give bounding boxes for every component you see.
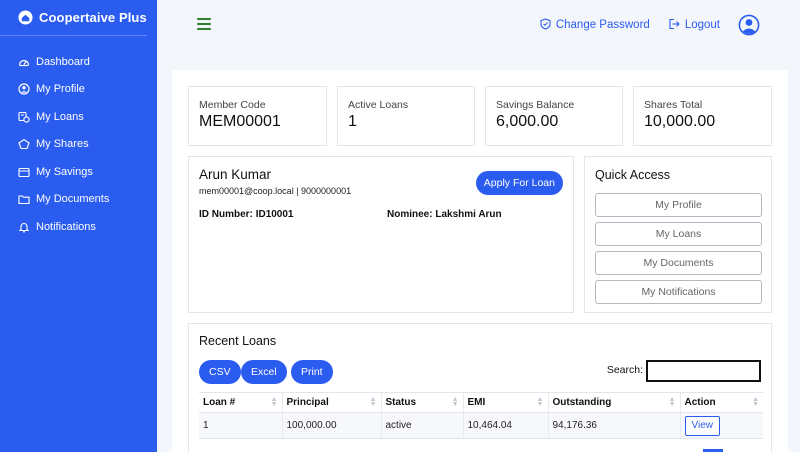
- sort-icon: ▲ ▼: [752, 396, 759, 408]
- sidebar-item-label: My Savings: [36, 165, 93, 178]
- column-header-outstanding[interactable]: Outstanding ▲ ▼: [547, 392, 680, 413]
- member-panel: Arun Kumar mem00001@coop.local | 9000000…: [188, 156, 574, 313]
- user-circle-icon: [18, 83, 30, 95]
- savings-wallet-icon: [18, 166, 30, 178]
- stat-value: 10,000.00: [644, 113, 716, 130]
- cell-emi: 10,464.04: [462, 412, 548, 439]
- stat-label: Shares Total: [644, 99, 703, 111]
- main-content: Member Code MEM00001 Active Loans 1 Savi…: [172, 70, 788, 452]
- table-header-row: Loan # ▲ ▼ Principal ▲ ▼ Status ▲ ▼ EMI ▲ ▼ Outs…: [199, 392, 763, 413]
- nominee-value: Lakshmi Arun: [435, 209, 502, 220]
- brand-title: Coopertaive Plus: [39, 10, 147, 25]
- recent-loans-title: Recent Loans: [199, 334, 277, 348]
- stat-label: Savings Balance: [496, 99, 575, 111]
- folder-icon: [18, 193, 30, 205]
- sidebar-item-my-documents[interactable]: My Documents: [0, 186, 157, 214]
- stat-value: 6,000.00: [496, 113, 559, 130]
- dashboard-gauge-icon: [18, 56, 30, 68]
- sort-icon: ▲ ▼: [270, 396, 278, 408]
- stat-savings-balance: Savings Balance 6,000.00: [485, 86, 623, 146]
- recent-loans-panel: Recent Loans CSV Excel Print Search: Loa…: [188, 323, 772, 452]
- table-row: 1 100,000.00 active 10,464.04 94,176.36 …: [199, 412, 763, 439]
- change-password-label: Change Password: [555, 19, 650, 31]
- sort-icon: ▲ ▼: [536, 396, 544, 408]
- quick-access-title: Quick Access: [595, 168, 671, 182]
- loans-icon: [18, 111, 30, 123]
- column-header-status[interactable]: Status ▲ ▼: [380, 392, 463, 413]
- member-id-row: ID Number: ID10001 Nominee: Lakshmi Arun: [199, 209, 563, 220]
- print-button[interactable]: Print: [291, 360, 333, 384]
- stat-member-code: Member Code MEM00001: [188, 86, 327, 146]
- sidebar-item-my-shares[interactable]: My Shares: [0, 131, 157, 159]
- cell-loan-no: 1: [199, 412, 282, 439]
- sidebar-item-label: My Documents: [36, 193, 110, 206]
- brand-logo-icon: [18, 10, 33, 25]
- apply-for-loan-button[interactable]: Apply For Loan: [475, 171, 563, 195]
- column-header-emi[interactable]: EMI ▲ ▼: [462, 392, 548, 413]
- shield-icon: [540, 17, 551, 33]
- cell-status: active: [380, 412, 463, 439]
- stat-value: MEM00001: [199, 113, 281, 130]
- logout-label: Logout: [684, 19, 720, 31]
- sidebar-item-my-profile[interactable]: My Profile: [0, 76, 157, 104]
- column-header-principal[interactable]: Principal ▲ ▼: [281, 392, 381, 413]
- sidebar-item-my-savings[interactable]: My Savings: [0, 158, 157, 186]
- bell-icon: [18, 221, 30, 233]
- brand[interactable]: Coopertaive Plus: [0, 0, 147, 36]
- sort-icon: ▲ ▼: [668, 396, 676, 408]
- nominee: Nominee: Lakshmi Arun: [387, 209, 502, 220]
- avatar-user-icon[interactable]: [738, 14, 760, 36]
- sidebar-item-my-loans[interactable]: My Loans: [0, 103, 157, 131]
- sidebar-item-notifications[interactable]: Notifications: [0, 213, 157, 241]
- sidebar-nav: Dashboard My Profile My Loans My Shares …: [0, 48, 157, 241]
- topbar: Change Password Logout: [157, 0, 800, 52]
- nominee-label: Nominee:: [387, 209, 433, 220]
- recent-loans-table: Loan # ▲ ▼ Principal ▲ ▼ Status ▲ ▼ EMI ▲ ▼ Outs…: [199, 392, 763, 439]
- view-loan-button[interactable]: View: [684, 415, 720, 436]
- search-input[interactable]: [646, 360, 761, 382]
- sidebar: Coopertaive Plus Dashboard My Profile My…: [0, 0, 157, 452]
- stat-active-loans: Active Loans 1: [337, 86, 475, 146]
- cell-outstanding: 94,176.36: [547, 412, 680, 439]
- sidebar-item-label: Notifications: [36, 220, 96, 233]
- sidebar-item-label: My Profile: [36, 83, 85, 96]
- sort-icon: ▲ ▼: [369, 396, 377, 408]
- export-excel-button[interactable]: Excel: [241, 360, 287, 384]
- id-number-label: ID Number:: [199, 209, 253, 220]
- sidebar-item-label: My Loans: [36, 110, 84, 123]
- top-actions: Change Password Logout: [540, 14, 800, 36]
- change-password-link[interactable]: Change Password: [540, 17, 650, 33]
- quick-access-my-loans-button[interactable]: My Loans: [595, 222, 762, 246]
- quick-access-my-profile-button[interactable]: My Profile: [595, 193, 762, 217]
- stat-label: Member Code: [199, 99, 266, 111]
- logout-icon: [668, 18, 680, 33]
- sidebar-item-label: Dashboard: [36, 55, 90, 68]
- sidebar-item-dashboard[interactable]: Dashboard: [0, 48, 157, 76]
- sort-icon: ▲ ▼: [451, 396, 459, 408]
- quick-access-panel: Quick Access My Profile My Loans My Docu…: [584, 156, 772, 313]
- hamburger-menu-icon[interactable]: [197, 18, 211, 30]
- search-label: Search:: [606, 364, 643, 376]
- sidebar-item-label: My Shares: [36, 138, 89, 151]
- stat-value: 1: [348, 113, 357, 130]
- cell-principal: 100,000.00: [281, 412, 381, 439]
- export-csv-button[interactable]: CSV: [199, 360, 241, 384]
- column-header-action[interactable]: Action ▲ ▼: [679, 392, 763, 413]
- column-header-loan-no[interactable]: Loan # ▲ ▼: [199, 392, 282, 413]
- id-number-value: ID10001: [255, 209, 294, 220]
- quick-access-my-documents-button[interactable]: My Documents: [595, 251, 762, 275]
- stat-label: Active Loans: [348, 99, 409, 111]
- stat-shares-total: Shares Total 10,000.00: [633, 86, 772, 146]
- shares-icon: [18, 138, 30, 150]
- quick-access-my-notifications-button[interactable]: My Notifications: [595, 280, 762, 304]
- logout-link[interactable]: Logout: [668, 18, 720, 33]
- cell-action: View: [679, 412, 763, 439]
